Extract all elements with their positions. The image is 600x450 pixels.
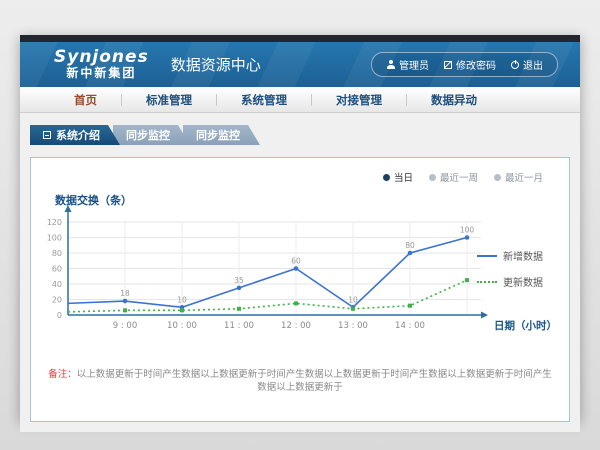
radio-dot-icon [429,174,436,181]
user-toolbar: 管理员 修改密码 退出 [371,52,558,77]
svg-text:100: 100 [47,233,62,242]
line-sample-dotted-icon [477,281,497,283]
document-icon [43,131,51,139]
current-user-label: 管理员 [399,57,429,72]
user-icon [386,60,395,69]
current-user[interactable]: 管理员 [386,57,429,72]
svg-text:20: 20 [52,295,62,304]
app-title: 数据资源中心 [171,54,261,75]
svg-text:13 : 00: 13 : 00 [338,321,368,331]
legend-label: 新增数据 [503,248,543,263]
filter-last-month[interactable]: 最近一月 [494,170,543,184]
legend-item-new-data[interactable]: 新增数据 [477,248,543,263]
tab-bar: 系统介绍 同步监控 同步监控 [30,125,580,145]
content-area: 系统介绍 同步监控 同步监控 当日 最近一周 [20,125,580,432]
svg-text:14 : 00: 14 : 00 [395,321,425,331]
main-nav: 首页 标准管理 系统管理 对接管理 数据异动 [20,87,580,113]
footnote-text: 以上数据更新于时间产生数据以上数据更新于时间产生数据以上数据更新于时间产生数据以… [77,369,552,393]
nav-item-data-change[interactable]: 数据异动 [407,92,501,108]
svg-text:10: 10 [348,295,358,304]
filter-last-week[interactable]: 最近一周 [429,170,478,184]
logout-label: 退出 [523,57,543,72]
window-top-strip [20,35,580,42]
tab-label: 同步监控 [196,127,240,143]
legend-item-update-data[interactable]: 更新数据 [477,274,543,289]
filter-label: 最近一月 [505,170,543,184]
tab-system-intro[interactable]: 系统介绍 [30,125,120,145]
filter-today[interactable]: 当日 [383,170,413,184]
radio-dot-icon [383,174,390,181]
svg-text:35: 35 [234,276,244,285]
filter-label: 当日 [394,170,413,184]
svg-text:120: 120 [47,218,62,227]
edit-icon [444,61,452,69]
footnote: 备注：以上数据更新于时间产生数据以上数据更新于时间产生数据以上数据更新于时间产生… [31,368,569,395]
brand-logo[interactable]: Synjones 新中新集团 [54,48,149,81]
tab-label: 系统介绍 [56,127,100,143]
svg-text:9 : 00: 9 : 00 [113,321,138,331]
svg-text:18: 18 [120,289,130,298]
app-window: Synjones 新中新集团 数据资源中心 管理员 修改密码 退出 [20,35,580,420]
svg-text:100: 100 [460,226,475,235]
tab-sync-monitor-1[interactable]: 同步监控 [113,125,190,145]
nav-item-connect-mgmt[interactable]: 对接管理 [312,92,406,108]
filter-label: 最近一周 [440,170,478,184]
nav-item-home[interactable]: 首页 [50,92,121,108]
svg-text:12 : 00: 12 : 00 [281,321,311,331]
app-header: Synjones 新中新集团 数据资源中心 管理员 修改密码 退出 [20,42,580,87]
svg-text:10: 10 [177,295,187,304]
svg-text:80: 80 [52,249,62,258]
change-password-button[interactable]: 修改密码 [444,57,496,72]
nav-item-system-mgmt[interactable]: 系统管理 [217,92,311,108]
svg-text:11 : 00: 11 : 00 [224,321,254,331]
nav-item-standard-mgmt[interactable]: 标准管理 [122,92,216,108]
logout-button[interactable]: 退出 [511,57,543,72]
brand-logo-sub: 新中新集团 [54,67,149,81]
tab-label: 同步监控 [126,127,170,143]
chart-legend: 新增数据 更新数据 [477,248,543,289]
logout-icon [511,61,519,69]
svg-text:10 : 00: 10 : 00 [167,321,197,331]
svg-text:40: 40 [52,280,62,289]
line-sample-solid-icon [477,255,497,257]
svg-text:60: 60 [52,264,62,273]
svg-text:60: 60 [291,257,301,266]
range-filter-group: 当日 最近一周 最近一月 [383,170,543,184]
content-panel: 当日 最近一周 最近一月 数据交换（条） 0204060801001209 : … [30,157,570,422]
tab-sync-monitor-2[interactable]: 同步监控 [183,125,260,145]
brand-logo-name: Synjones [54,48,149,68]
svg-text:80: 80 [405,241,415,250]
desktop-background: Synjones 新中新集团 数据资源中心 管理员 修改密码 退出 [0,0,600,450]
svg-text:0: 0 [57,311,62,320]
footnote-label: 备注： [48,369,77,380]
change-password-label: 修改密码 [456,57,496,72]
radio-dot-icon [494,174,501,181]
svg-text:日期（小时）: 日期（小时） [494,319,557,332]
legend-label: 更新数据 [503,274,543,289]
